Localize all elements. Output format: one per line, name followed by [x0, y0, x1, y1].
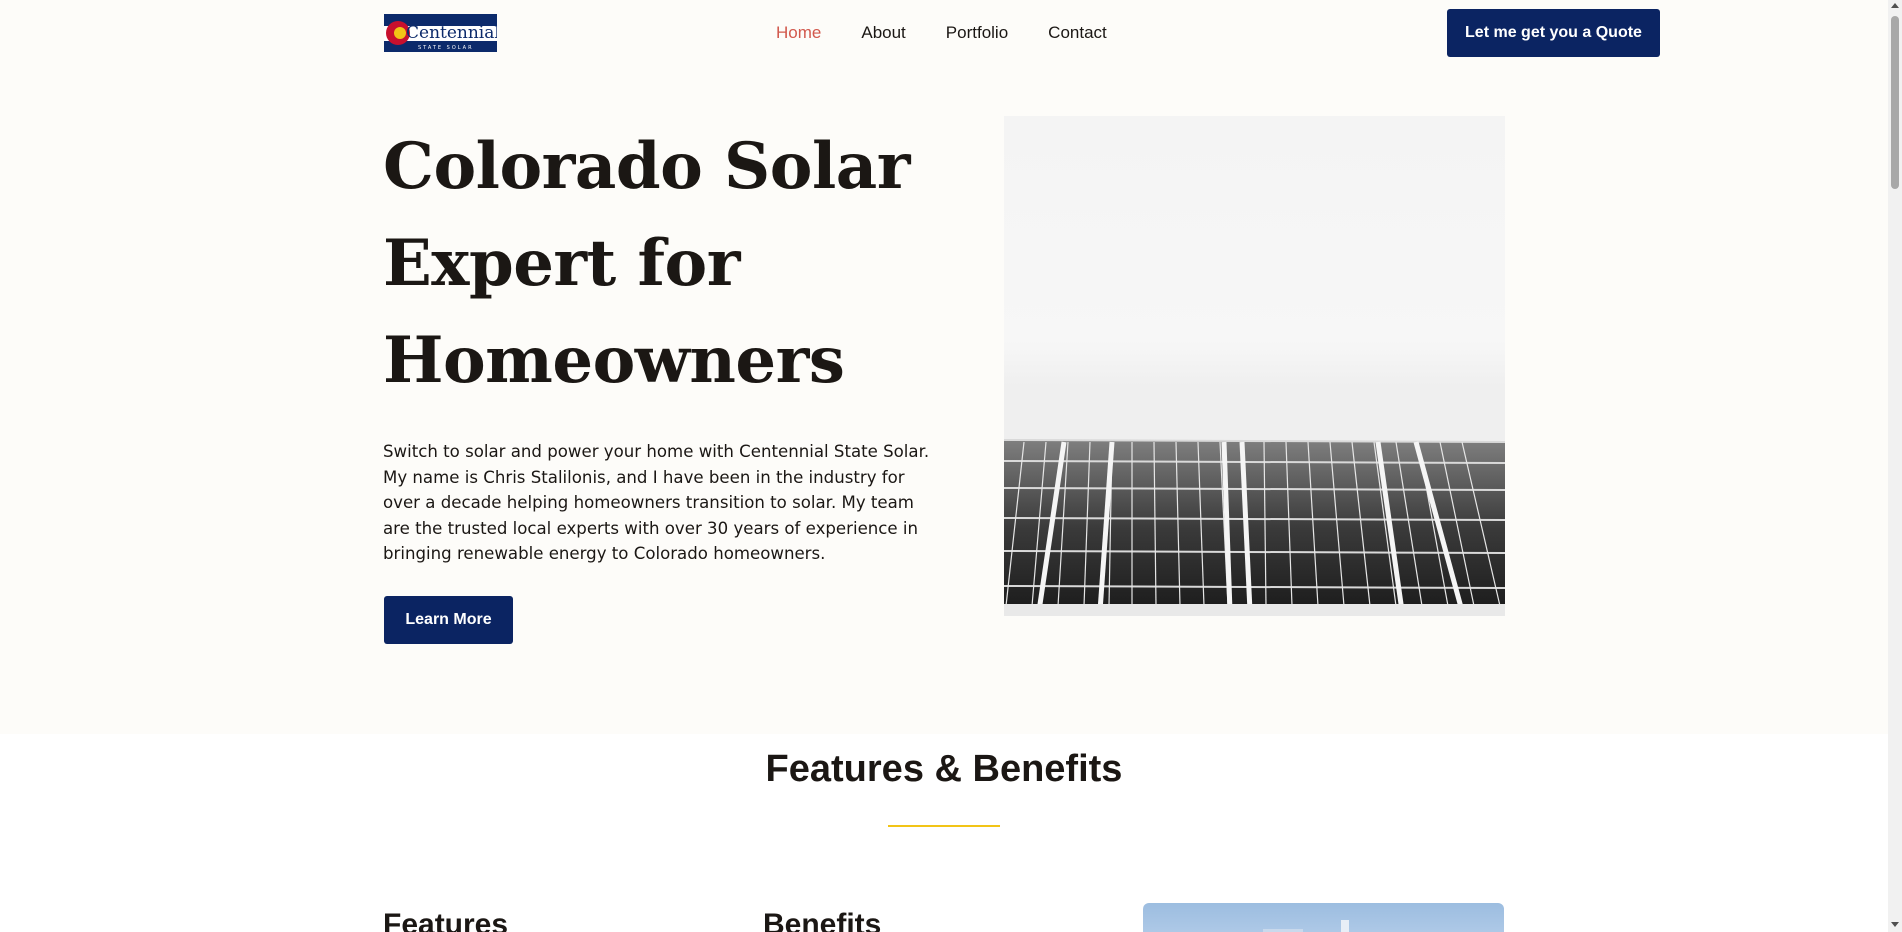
hero-title-line-3: Homeowners: [383, 323, 845, 398]
centennial-logo[interactable]: Centennial STATE SOLAR: [384, 14, 497, 52]
nav-about[interactable]: About: [861, 22, 905, 44]
hero-title-line-2: Expert for: [383, 226, 740, 301]
hero-description: Switch to solar and power your home with…: [383, 442, 930, 564]
logo-wordmark: Centennial: [406, 23, 497, 43]
benefits-heading: Benefits: [763, 908, 882, 932]
nav-home[interactable]: Home: [776, 22, 821, 44]
scroll-up-icon[interactable]: [1891, 3, 1899, 8]
nav-portfolio[interactable]: Portfolio: [946, 22, 1008, 44]
hero-title: Colorado Solar Expert for Homeowners: [383, 118, 943, 409]
svg-text:STATE SOLAR: STATE SOLAR: [418, 45, 474, 51]
main-nav: Home About Portfolio Contact: [776, 22, 1147, 44]
solar-panel-image: [1004, 116, 1505, 616]
site-header: Centennial STATE SOLAR Home About Portfo…: [0, 0, 1888, 66]
sky-image: [1143, 903, 1504, 932]
features-title: Features & Benefits: [765, 748, 1123, 790]
hero-title-line-1: Colorado Solar: [383, 129, 910, 204]
scroll-thumb[interactable]: [1891, 16, 1899, 189]
nav-contact[interactable]: Contact: [1048, 22, 1107, 44]
get-quote-button[interactable]: Let me get you a Quote: [1447, 9, 1660, 57]
title-underline: [888, 825, 1000, 827]
learn-more-button[interactable]: Learn More: [384, 596, 513, 644]
scroll-down-icon[interactable]: [1891, 922, 1899, 927]
features-heading: Features: [383, 908, 509, 932]
